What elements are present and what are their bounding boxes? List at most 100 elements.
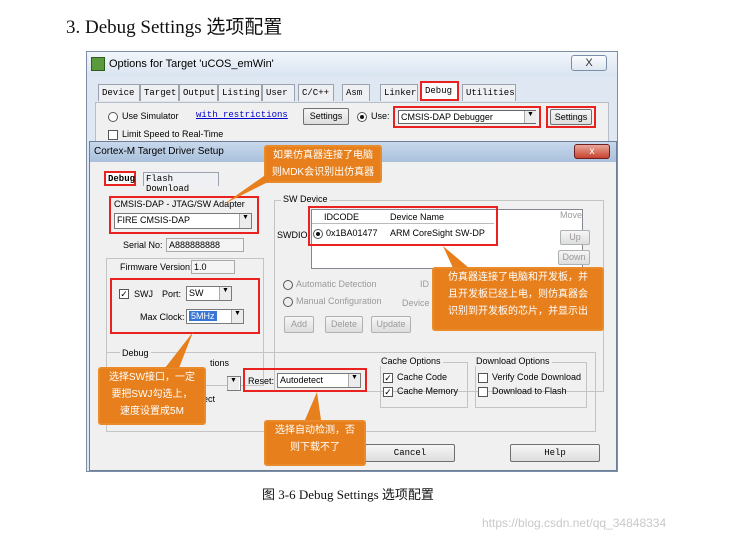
adapter-select-value: FIRE CMSIS-DAP [117,215,191,225]
use-label: Use: [371,111,390,121]
add-button[interactable]: Add [284,316,314,333]
callout-adapter-pointer [224,176,280,204]
driver-setup-close-button[interactable]: x [574,144,610,159]
device-label: Device [402,298,430,308]
chevron-down-icon: ▼ [219,287,231,300]
chevron-down-icon: ▼ [239,214,251,228]
port-label: Port: [162,289,182,299]
sw-device-group-label: SW Device [281,194,330,204]
callout-adapter-line-2: 则MDK会识别出仿真器 [271,167,375,178]
firmware-value: 1.0 [191,260,235,274]
max-clock-label: Max Clock: [140,312,185,322]
swj-checkbox[interactable]: ✓ [119,289,129,299]
cancel-button[interactable]: Cancel [365,444,455,462]
chevron-down-icon: ▼ [524,111,536,123]
column-device-name: Device Name [390,212,445,222]
tab-utilities[interactable]: Utilities [462,84,516,101]
port-select-value: SW [189,288,204,298]
use-debugger-radio[interactable] [357,112,367,122]
debugger-highlight: CMSIS-DAP Debugger ▼ [393,106,541,128]
cache-options-label: Cache Options [379,356,443,366]
adapter-select[interactable]: FIRE CMSIS-DAP [114,213,252,229]
debug-tab-panel: Use Simulator with restrictions Settings… [95,102,609,142]
help-button[interactable]: Help [510,444,600,462]
options-fragment: tions [210,358,230,368]
firmware-label: Firmware Version: [120,262,193,272]
callout-reset-autodetect: 选择自动检测，否 则下载不了 [264,420,366,466]
watermark: https://blog.csdn.net/qq_34848334 [482,516,667,530]
use-simulator-radio[interactable] [108,112,118,122]
tab-flash-download[interactable]: Flash Download [143,172,219,194]
tab-device[interactable]: Device [98,84,140,101]
options-window-title: Options for Target 'uCOS_emWin' [109,58,274,70]
device-row-radio[interactable] [313,229,323,239]
move-label: Move [560,210,583,220]
reset-select-value: Autodetect [280,375,324,385]
update-button[interactable]: Update [371,316,411,333]
tab-driver-debug[interactable]: Debug [104,171,136,186]
download-to-flash-checkbox[interactable] [478,387,488,397]
tab-output[interactable]: Output [179,84,218,101]
use-simulator-label: Use Simulator [122,111,179,121]
callout-reset-pointer [305,392,321,420]
reset-highlight: Reset: Autodetect ▼ [243,368,367,392]
callout-chip-pointer [443,246,469,268]
download-to-flash-label: Download to Flash [492,386,567,396]
cache-memory-label: Cache Memory [397,386,459,396]
restrictions-link[interactable]: with restrictions [196,110,288,120]
figure-caption: 图 3-6 Debug Settings 选项配置 [262,487,434,502]
callout-swj-line-1: 选择SW接口，一定 [108,372,196,383]
id-label: ID [420,279,429,289]
app-icon [91,57,105,71]
device-row-idcode: 0x1BA01477 [326,228,378,238]
tab-target[interactable]: Target [140,84,179,101]
debugger-select[interactable]: CMSIS-DAP Debugger [398,110,536,124]
simulator-settings-button[interactable]: Settings [303,108,349,125]
tab-user[interactable]: User [262,84,295,101]
callout-reset-line-2: 则下载不了 [290,442,340,453]
options-window-titlebar: Options for Target 'uCOS_emWin' X [87,52,617,76]
options-window-close-button[interactable]: X [571,55,607,71]
debugger-settings-highlight: Settings [546,106,596,128]
limit-speed-label: Limit Speed to Real-Time [122,129,224,139]
verify-download-checkbox[interactable] [478,373,488,383]
move-down-button[interactable]: Down [558,250,590,265]
tab-c-cpp[interactable]: C/C++ [298,84,334,101]
swdio-label: SWDIO [277,230,308,240]
column-idcode: IDCODE [324,212,360,222]
callout-chip-detected: 仿真器连接了电脑和开发板，并 且开发板已经上电，则仿真器会 识别到开发板的芯片，… [432,267,604,331]
tab-listing[interactable]: Listing [218,84,262,101]
manual-configuration-label: Manual Configuration [296,296,382,306]
chevron-down-icon: ▼ [348,374,360,387]
tab-debug[interactable]: Debug [420,81,459,101]
debugger-select-value: CMSIS-DAP Debugger [401,112,493,122]
options-window: Options for Target 'uCOS_emWin' X Device… [86,51,618,472]
cache-options-group: Cache Options ✓ Cache Code ✓ Cache Memor… [379,356,468,408]
cache-code-label: Cache Code [397,372,448,382]
automatic-detection-label: Automatic Detection [296,279,377,289]
callout-adapter-line-1: 如果仿真器连接了电脑 [273,150,373,161]
chevron-down-icon: ▼ [227,377,239,390]
manual-configuration-radio[interactable] [283,297,293,307]
callout-chip-line-3: 识别到开发板的芯片，并显示出 [448,306,588,317]
limit-speed-checkbox[interactable] [108,130,118,140]
automatic-detection-radio[interactable] [283,280,293,290]
callout-reset-line-1: 选择自动检测，否 [275,425,355,436]
tab-linker[interactable]: Linker [380,84,418,101]
swj-label: SWJ [134,289,153,299]
debug-group-label: Debug [120,348,151,358]
section-heading: 3. Debug Settings 选项配置 [66,17,283,38]
move-up-button[interactable]: Up [560,230,590,245]
cache-memory-checkbox[interactable]: ✓ [383,387,393,397]
serial-value: A888888888 [166,238,244,252]
delete-button[interactable]: Delete [325,316,363,333]
serial-label: Serial No: [123,240,163,250]
cache-code-checkbox[interactable]: ✓ [383,373,393,383]
debugger-settings-button[interactable]: Settings [550,109,592,125]
callout-swj-line-3: 速度设置成5M [120,406,184,417]
download-options-label: Download Options [474,356,552,366]
verify-download-label: Verify Code Download [492,372,582,382]
callout-swj-setting: 选择SW接口，一定 要把SWJ勾选上， 速度设置成5M [98,367,206,425]
tab-asm[interactable]: Asm [342,84,370,101]
column-divider [312,223,494,224]
